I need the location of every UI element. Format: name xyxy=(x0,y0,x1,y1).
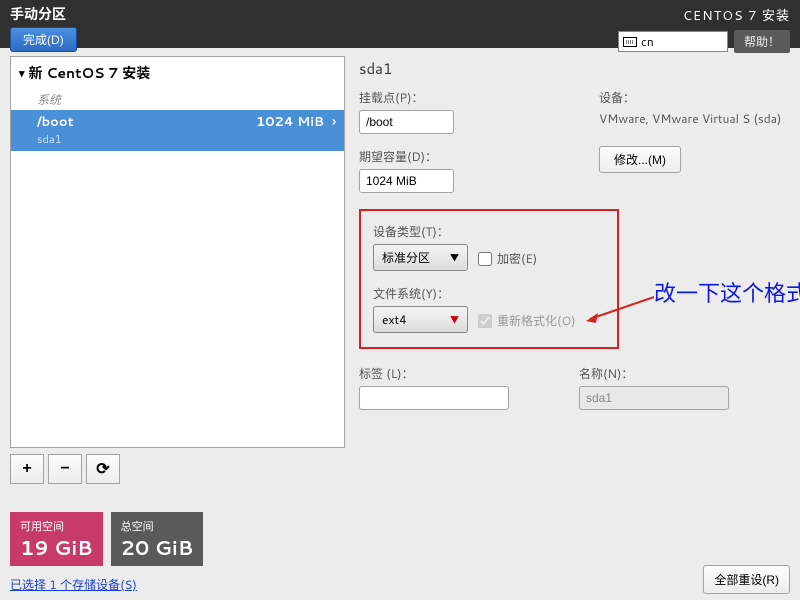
tag-label: 标签 (L)： xyxy=(359,363,509,386)
mountpoint-label: 挂载点(P)： xyxy=(359,87,569,110)
device-label: 设备： xyxy=(599,87,790,110)
tree-header[interactable]: 新 CentOS 7 安装 xyxy=(11,57,344,89)
reload-button[interactable]: ⟳ xyxy=(86,454,120,484)
devtype-label: 设备类型(T)： xyxy=(373,221,605,244)
mountpoint-input[interactable] xyxy=(359,110,454,134)
detail-title: sda1 xyxy=(359,58,790,87)
filesystem-select[interactable]: ext4 ▼ xyxy=(373,306,468,333)
reformat-checkbox xyxy=(478,314,492,328)
chevron-down-icon: ▼ xyxy=(450,251,459,264)
partition-tree: 新 CentOS 7 安装 系统 /boot 1024 MiB › sda1 xyxy=(10,56,345,448)
installer-title: CENTOS 7 安装 xyxy=(618,2,790,30)
storage-devices-link[interactable]: 已选择 1 个存储设备(S) xyxy=(10,576,137,593)
done-button[interactable]: 完成(D) xyxy=(10,27,77,52)
remove-partition-button[interactable]: − xyxy=(48,454,82,484)
page-title: 手动分区 xyxy=(10,2,618,27)
top-bar: 手动分区 完成(D) CENTOS 7 安装 cn 帮助！ xyxy=(0,0,800,48)
reset-all-button[interactable]: 全部重设(R) xyxy=(703,565,790,594)
tree-section-system: 系统 xyxy=(11,89,344,110)
add-partition-button[interactable]: + xyxy=(10,454,44,484)
encrypt-checkbox[interactable] xyxy=(478,252,492,266)
capacity-input[interactable] xyxy=(359,169,454,193)
encrypt-label: 加密(E) xyxy=(497,250,537,267)
tag-input[interactable] xyxy=(359,386,509,410)
total-space-box: 总空间 20 GiB xyxy=(111,512,204,566)
footer: 可用空间 19 GiB 总空间 20 GiB 已选择 1 个存储设备(S) 全部… xyxy=(10,512,790,594)
partition-size: 1024 MiB xyxy=(256,113,324,131)
capacity-label: 期望容量(D)： xyxy=(359,146,569,169)
chevron-down-icon: ▼ xyxy=(450,313,459,326)
keyboard-layout-label: cn xyxy=(641,33,654,50)
partition-mount: /boot xyxy=(37,113,256,131)
keyboard-icon xyxy=(623,37,637,47)
annotation-text: 改一下这个格式 xyxy=(654,276,800,308)
chevron-right-icon: › xyxy=(332,113,336,131)
highlight-box: 设备类型(T)： 标准分区 ▼ 加密(E) 文件系统(Y)： xyxy=(359,209,619,349)
help-button[interactable]: 帮助！ xyxy=(734,30,790,53)
reformat-label: 重新格式化(O) xyxy=(497,312,576,329)
available-space-box: 可用空间 19 GiB xyxy=(10,512,103,566)
device-text: VMware, VMware Virtual S (sda) xyxy=(599,110,790,128)
filesystem-label: 文件系统(Y)： xyxy=(373,283,605,306)
devtype-select[interactable]: 标准分区 ▼ xyxy=(373,244,468,271)
modify-button[interactable]: 修改...(M) xyxy=(599,146,681,173)
keyboard-layout-selector[interactable]: cn xyxy=(618,31,728,52)
partition-device: sda1 xyxy=(11,131,344,151)
partition-detail: sda1 挂载点(P)： 期望容量(D)： 设备类型(T)： 标准分区 ▼ xyxy=(359,56,790,484)
